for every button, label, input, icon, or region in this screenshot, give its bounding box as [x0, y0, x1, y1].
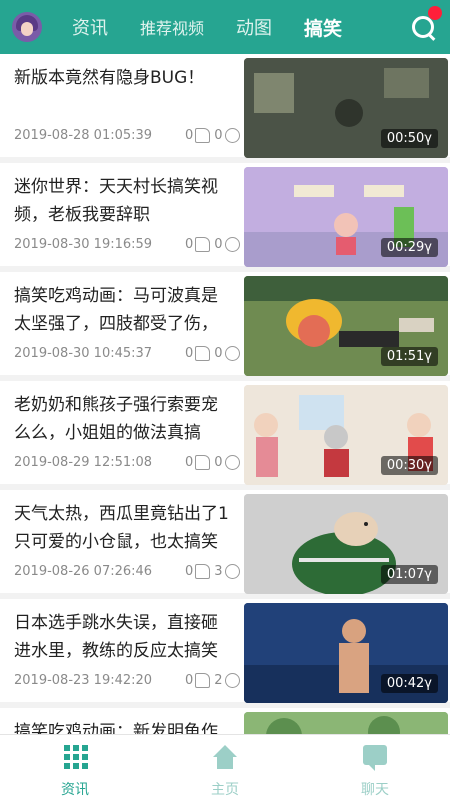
item-date: 2019-08-30 10:45:37 — [14, 346, 153, 361]
video-duration: 00:42γ — [380, 674, 438, 693]
comment-icon[interactable] — [224, 673, 240, 688]
tab-news[interactable]: 资讯 — [72, 14, 108, 40]
item-title: 老奶奶和熊孩子强行索要宠么么，小姐姐的做法真搞 — [14, 395, 218, 443]
list-item[interactable]: 天气太热，西瓜里竟钻出了1只可爱的小仓鼠，也太搞笑 2019-08-26 07:… — [0, 490, 450, 594]
like-count: 0 — [185, 455, 194, 470]
list-item[interactable]: 老奶奶和熊孩子强行索要宠么么，小姐姐的做法真搞 2019-08-29 12:51… — [0, 381, 450, 485]
avatar-face — [21, 22, 33, 36]
comment-count: 0 — [214, 346, 223, 361]
like-count: 0 — [185, 237, 194, 252]
nav-item-chat[interactable]: 聊天 — [300, 735, 450, 801]
list-item[interactable]: 日本选手跳水失误，直接砸进水里，教练的反应太搞笑 2019-08-23 19:4… — [0, 599, 450, 703]
comment-icon[interactable] — [224, 564, 240, 579]
grid-icon — [64, 745, 88, 769]
like-count: 0 — [185, 346, 194, 361]
comment-count: 3 — [214, 564, 223, 579]
video-duration: 01:51γ — [380, 347, 438, 366]
item-date: 2019-08-28 01:05:39 — [14, 128, 153, 143]
item-date: 2019-08-26 07:26:46 — [14, 564, 153, 579]
comment-count: 2 — [214, 673, 223, 688]
home-icon — [213, 745, 237, 769]
tab-recommended-videos[interactable]: 推荐视频 — [140, 15, 204, 39]
item-title: 天气太热，西瓜里竟钻出了1只可爱的小仓鼠，也太搞笑 — [14, 504, 229, 552]
video-thumbnail[interactable]: 00:42γ — [244, 603, 448, 703]
video-list: 新版本竟然有隐身BUG！ 2019-08-28 01:05:39 0 0 00:… — [0, 54, 450, 734]
thumbs-up-icon[interactable] — [195, 128, 211, 143]
item-date: 2019-08-23 19:42:20 — [14, 673, 153, 688]
video-thumbnail[interactable]: 00:50γ — [244, 58, 448, 158]
item-title: 日本选手跳水失误，直接砸进水里，教练的反应太搞笑 — [14, 613, 218, 661]
item-title: 新版本竟然有隐身BUG！ — [14, 68, 205, 88]
list-item[interactable]: 搞笑吃鸡动画：新发明龟作 — [0, 708, 450, 734]
item-stats: 0 0 — [185, 128, 244, 143]
video-thumbnail[interactable]: 00:29γ — [244, 167, 448, 267]
cartoon-scene — [244, 712, 448, 734]
list-item[interactable]: 搞笑吃鸡动画：马可波真是太坚强了，四肢都受了伤， 2019-08-30 10:4… — [0, 272, 450, 376]
item-stats: 0 0 — [185, 237, 244, 252]
comment-count: 0 — [214, 455, 223, 470]
thumbs-up-icon[interactable] — [195, 673, 211, 688]
comment-count: 0 — [214, 237, 223, 252]
list-item[interactable]: 新版本竟然有隐身BUG！ 2019-08-28 01:05:39 0 0 00:… — [0, 54, 450, 158]
item-title: 搞笑吃鸡动画：新发明龟作 — [14, 722, 218, 734]
top-bar: 资讯 推荐视频 动图 搞笑 — [0, 0, 450, 54]
search-button[interactable] — [410, 6, 442, 41]
item-title: 搞笑吃鸡动画：马可波真是太坚强了，四肢都受了伤， — [14, 286, 218, 334]
thumbs-up-icon[interactable] — [195, 564, 211, 579]
item-stats: 0 0 — [185, 455, 244, 470]
like-count: 0 — [185, 564, 194, 579]
nav-label: 聊天 — [361, 782, 389, 798]
bottom-navigation: 资讯 主页 聊天 — [0, 734, 450, 801]
list-item[interactable]: 迷你世界：天天村长搞笑视频，老板我要辞职 2019-08-30 19:16:59… — [0, 163, 450, 267]
comment-icon[interactable] — [224, 455, 240, 470]
thumbs-up-icon[interactable] — [195, 455, 211, 470]
avatar[interactable] — [12, 12, 42, 42]
video-duration: 01:07γ — [380, 565, 438, 584]
like-count: 0 — [185, 128, 194, 143]
comment-icon[interactable] — [224, 128, 240, 143]
comment-count: 0 — [214, 128, 223, 143]
thumbs-up-icon[interactable] — [195, 346, 211, 361]
nav-item-home[interactable]: 主页 — [150, 735, 300, 801]
video-thumbnail[interactable]: 01:51γ — [244, 276, 448, 376]
video-thumbnail[interactable] — [244, 712, 448, 734]
video-duration: 00:30γ — [380, 456, 438, 475]
item-date: 2019-08-30 19:16:59 — [14, 237, 153, 252]
item-date: 2019-08-29 12:51:08 — [14, 455, 153, 470]
like-count: 0 — [185, 673, 194, 688]
item-stats: 0 2 — [185, 673, 244, 688]
notification-dot — [428, 6, 442, 20]
item-title: 迷你世界：天天村长搞笑视频，老板我要辞职 — [14, 177, 218, 225]
item-stats: 0 3 — [185, 564, 244, 579]
item-stats: 0 0 — [185, 346, 244, 361]
thumbs-up-icon[interactable] — [195, 237, 211, 252]
nav-label: 主页 — [211, 782, 239, 798]
video-thumbnail[interactable]: 01:07γ — [244, 494, 448, 594]
chat-icon — [363, 745, 387, 771]
top-tabs: 资讯 推荐视频 动图 搞笑 — [72, 0, 374, 54]
nav-item-news[interactable]: 资讯 — [0, 735, 150, 801]
nav-label: 资讯 — [61, 782, 89, 798]
comment-icon[interactable] — [224, 237, 240, 252]
search-icon-handle — [426, 32, 436, 41]
tab-funny[interactable]: 搞笑 — [304, 14, 342, 41]
video-thumbnail[interactable]: 00:30γ — [244, 385, 448, 485]
video-duration: 00:50γ — [380, 129, 438, 148]
video-duration: 00:29γ — [380, 238, 438, 257]
comment-icon[interactable] — [224, 346, 240, 361]
tab-gifs[interactable]: 动图 — [236, 14, 272, 40]
